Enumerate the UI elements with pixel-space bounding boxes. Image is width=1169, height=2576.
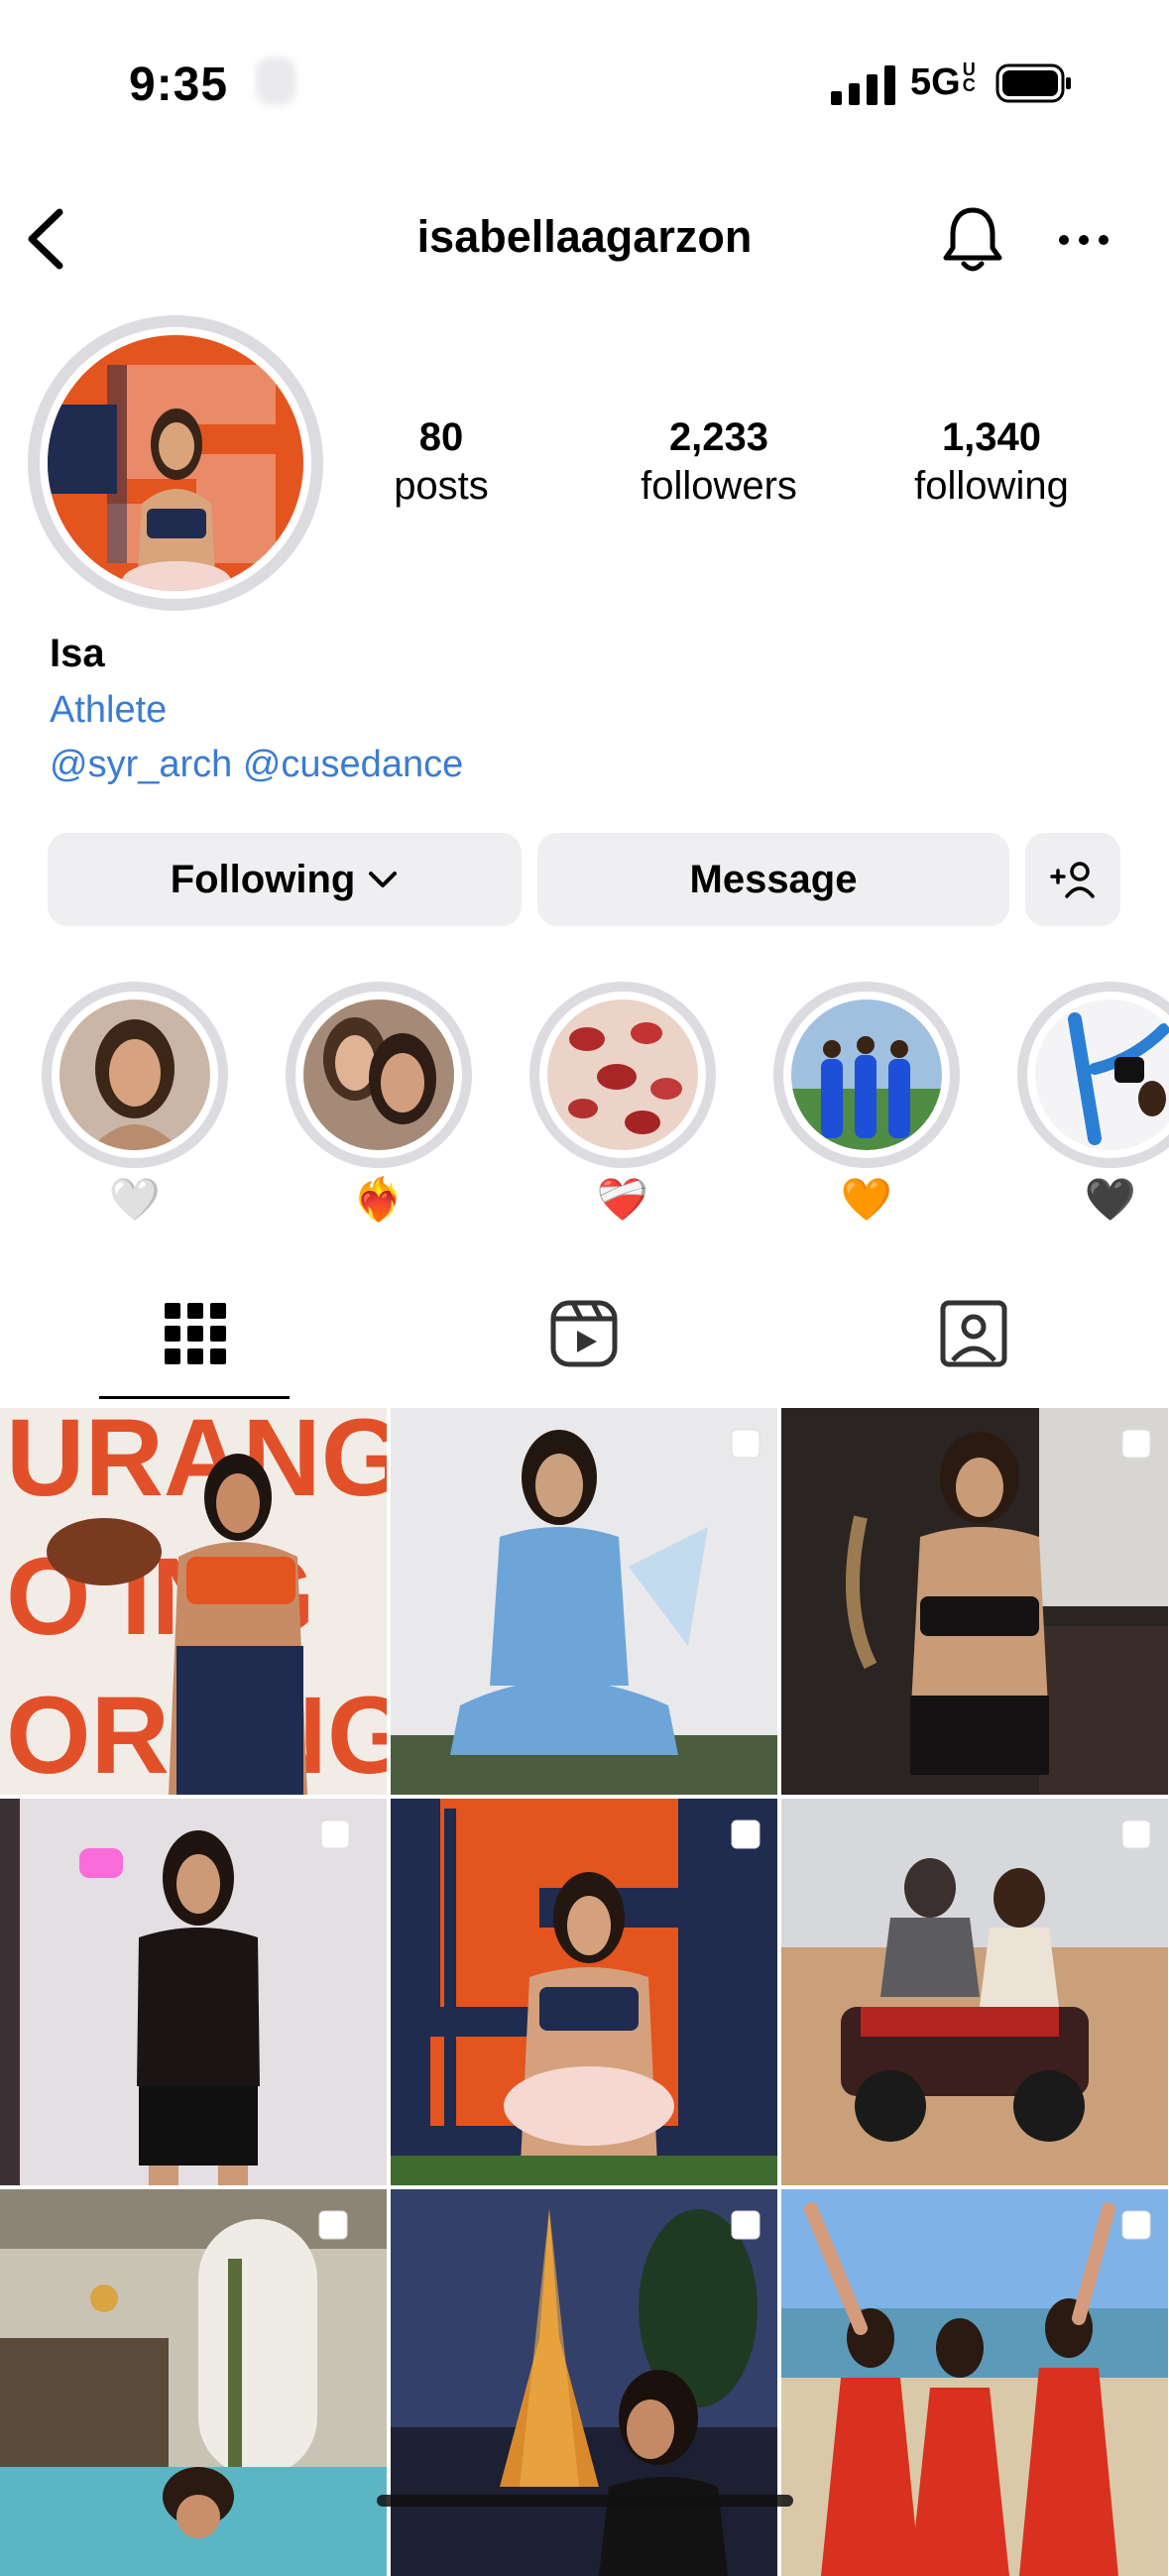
following-label: following [914,464,1069,508]
multi-post-icon [320,1819,350,1849]
multi-post-icon [1121,1819,1151,1849]
highlight-3-cover [547,999,698,1150]
network-type: 5G UC [910,59,976,103]
message-button-label: Message [689,857,858,901]
reels-icon[interactable] [549,1299,619,1368]
highlight-2-cover [303,999,454,1150]
profile-avatar[interactable] [28,315,323,611]
multi-post-icon [318,2210,348,2240]
highlight-4-cover [791,999,942,1150]
post-tile-5[interactable] [391,1799,777,2185]
post-tile-6[interactable] [781,1799,1168,2185]
post-tile-1[interactable]: URANG O ING ORANG [0,1408,387,1795]
multi-post-icon [1121,2210,1151,2240]
highlight-2-label: ❤️‍🔥 [352,1176,406,1223]
following-button-label: Following [170,857,356,901]
following-button[interactable]: Following [48,833,522,926]
posts-count: 80 [418,415,464,459]
post-tile-2[interactable] [391,1408,777,1795]
multi-post-icon [731,2210,760,2240]
post-tile-8[interactable] [391,2189,777,2576]
selected-tab-indicator [99,1396,290,1399]
network-badge: UC [962,59,976,95]
avatar-photo [48,335,303,591]
followers-count: 2,233 [668,415,769,459]
multi-post-icon [731,1819,760,1849]
highlight-3-label: ❤️‍🩹 [596,1176,649,1223]
profile-display-name: Isa [50,632,105,675]
post-tile-3[interactable] [781,1408,1168,1795]
multi-post-icon [731,1429,760,1459]
tagged-icon[interactable] [939,1299,1008,1368]
post-tile-9[interactable] [781,2189,1168,2576]
highlight-1[interactable] [42,982,228,1168]
grid-icon[interactable] [161,1299,230,1368]
bio-mentions[interactable]: @syr_arch @cusedance [50,744,463,786]
following-count: 1,340 [941,415,1042,459]
post-tile-4[interactable] [0,1799,387,2185]
followers-label: followers [641,464,797,508]
stat-following[interactable]: 1,340 following [873,414,1111,512]
add-person-icon [1050,862,1095,898]
highlight-1-label: 🤍 [108,1176,162,1223]
svg-text:URANG: URANG [6,1408,387,1519]
highlight-1-cover [59,999,210,1150]
highlight-2[interactable] [286,982,472,1168]
highlight-5-label: 🖤 [1084,1176,1137,1223]
stat-posts[interactable]: 80 posts [347,414,535,512]
stat-followers[interactable]: 2,233 followers [595,414,843,512]
more-horizontal-icon[interactable] [1056,220,1111,260]
highlight-4-label: 🧡 [840,1176,893,1223]
multi-post-icon [1121,1429,1151,1459]
home-indicator[interactable] [377,2495,793,2507]
chevron-down-icon [369,872,398,887]
message-button[interactable]: Message [537,833,1009,926]
cellular-signal-icon [831,65,895,105]
bell-icon[interactable] [940,204,1005,276]
highlight-3[interactable] [529,982,716,1168]
add-friend-button[interactable] [1025,833,1120,926]
post-tile-7[interactable] [0,2189,387,2576]
posts-label: posts [394,464,489,508]
profile-category: Athlete [50,689,168,731]
highlight-5[interactable] [1017,982,1169,1168]
status-notification-blur [256,58,295,105]
battery-icon [995,63,1071,103]
status-time: 9:35 [129,59,229,111]
highlight-4[interactable] [773,982,960,1168]
